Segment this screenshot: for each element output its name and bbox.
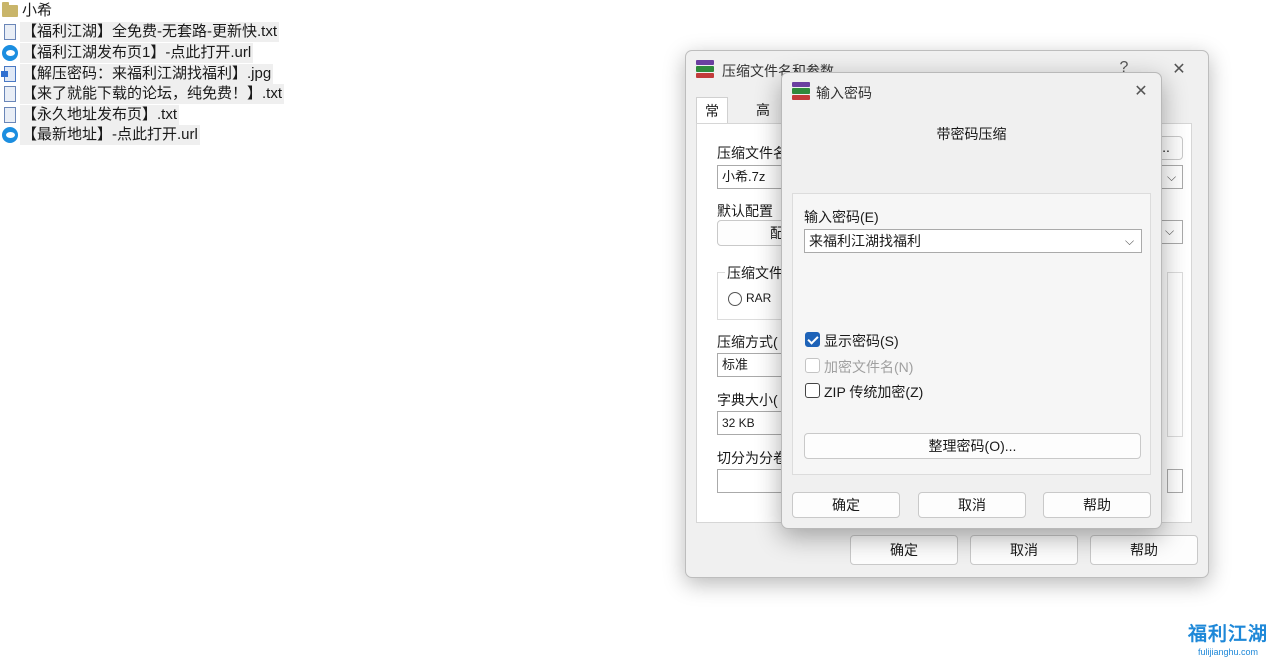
chevron-down-icon[interactable]: ⌵ [1165,224,1174,239]
chevron-down-icon[interactable]: ⌵ [1167,170,1176,185]
archive-cancel-button[interactable]: 取消 [970,535,1078,565]
dictionary-label: 字典大小( [717,392,778,408]
edge-url-icon [0,43,20,63]
file-name: 【来了就能下载的论坛，纯免费！】.txt [20,84,285,104]
organize-passwords-button[interactable]: 整理密码(O)... [804,433,1141,459]
password-help-button[interactable]: 帮助 [1043,492,1151,518]
password-label: 输入密码(E) [804,209,879,225]
password-panel: 输入密码(E) 来福利江湖找福利 ⌵ 显示密码(S) 加密文件名(N) ZIP … [792,193,1151,475]
format-rar-label: RAR [746,291,772,305]
encrypt-names-checkbox [805,358,820,373]
winrar-icon [792,82,810,100]
watermark-url: fulijianghu.com [1197,647,1259,657]
archive-name-label: 压缩文件名 [717,145,787,161]
password-cancel-button[interactable]: 取消 [918,492,1026,518]
zip-legacy-label: ZIP 传统加密(Z) [824,384,924,400]
file-name: 小希 [22,2,53,19]
split-volumes-label: 切分为分卷 [717,450,787,466]
archive-help-button[interactable]: 帮助 [1090,535,1198,565]
text-file-icon [0,22,20,42]
password-dialog: 输入密码 ✕ 带密码压缩 输入密码(E) 来福利江湖找福利 ⌵ 显示密码(S) … [781,72,1162,529]
file-name: 【最新地址】-点此打开.url [20,125,200,145]
file-row[interactable]: 【最新地址】-点此打开.url [0,125,200,145]
file-row[interactable]: 【福利江湖】全免费-无套路-更新快.txt [0,22,279,42]
encrypt-names-label: 加密文件名(N) [824,359,914,375]
password-dialog-title: 输入密码 [816,85,872,101]
show-password-label: 显示密码(S) [824,333,899,349]
password-dialog-titlebar[interactable]: 输入密码 ✕ [782,73,1161,109]
zip-legacy-checkbox[interactable] [805,383,820,398]
folder-icon [0,1,20,21]
tab-general[interactable]: 常规 [696,97,728,145]
file-row[interactable]: 【解压密码：来福利江湖找福利】.jpg [0,64,274,84]
image-file-icon [0,64,20,84]
default-profile-label: 默认配置 [717,203,773,219]
file-row-folder[interactable]: 小希 [0,1,54,21]
method-label: 压缩方式( [717,334,778,350]
file-row[interactable]: 【永久地址发布页】.txt [0,105,180,125]
close-icon[interactable]: ✕ [1130,81,1152,101]
password-ok-button[interactable]: 确定 [792,492,900,518]
file-name: 【福利江湖】全免费-无套路-更新快.txt [20,22,279,42]
format-group-label: 压缩文件 [725,263,785,283]
format-rar-radio[interactable] [728,292,742,306]
edge-url-icon [0,125,20,145]
password-button-edge[interactable] [1167,469,1183,493]
file-name: 【解压密码：来福利江湖找福利】.jpg [20,64,274,84]
file-row[interactable]: 【福利江湖发布页1】-点此打开.url [0,43,254,63]
watermark-logo: 福利江湖 fulijianghu.com [1182,624,1274,658]
chevron-down-icon[interactable]: ⌵ [1125,234,1134,249]
archive-ok-button[interactable]: 确定 [850,535,958,565]
text-file-icon [0,84,20,104]
file-name: 【福利江湖发布页1】-点此打开.url [20,43,254,63]
password-input[interactable]: 来福利江湖找福利 [804,229,1142,253]
winrar-icon [696,60,714,78]
text-file-icon [0,105,20,125]
file-row[interactable]: 【来了就能下载的论坛，纯免费！】.txt [0,84,285,104]
close-icon[interactable]: ✕ [1168,59,1190,79]
options-groupbox [1167,272,1183,437]
password-dialog-heading: 带密码压缩 [936,126,1007,142]
file-name: 【永久地址发布页】.txt [20,105,180,125]
tab-advanced[interactable]: 高级 [748,97,778,144]
show-password-checkbox[interactable] [805,332,820,347]
watermark-title: 福利江湖 [1187,624,1268,645]
